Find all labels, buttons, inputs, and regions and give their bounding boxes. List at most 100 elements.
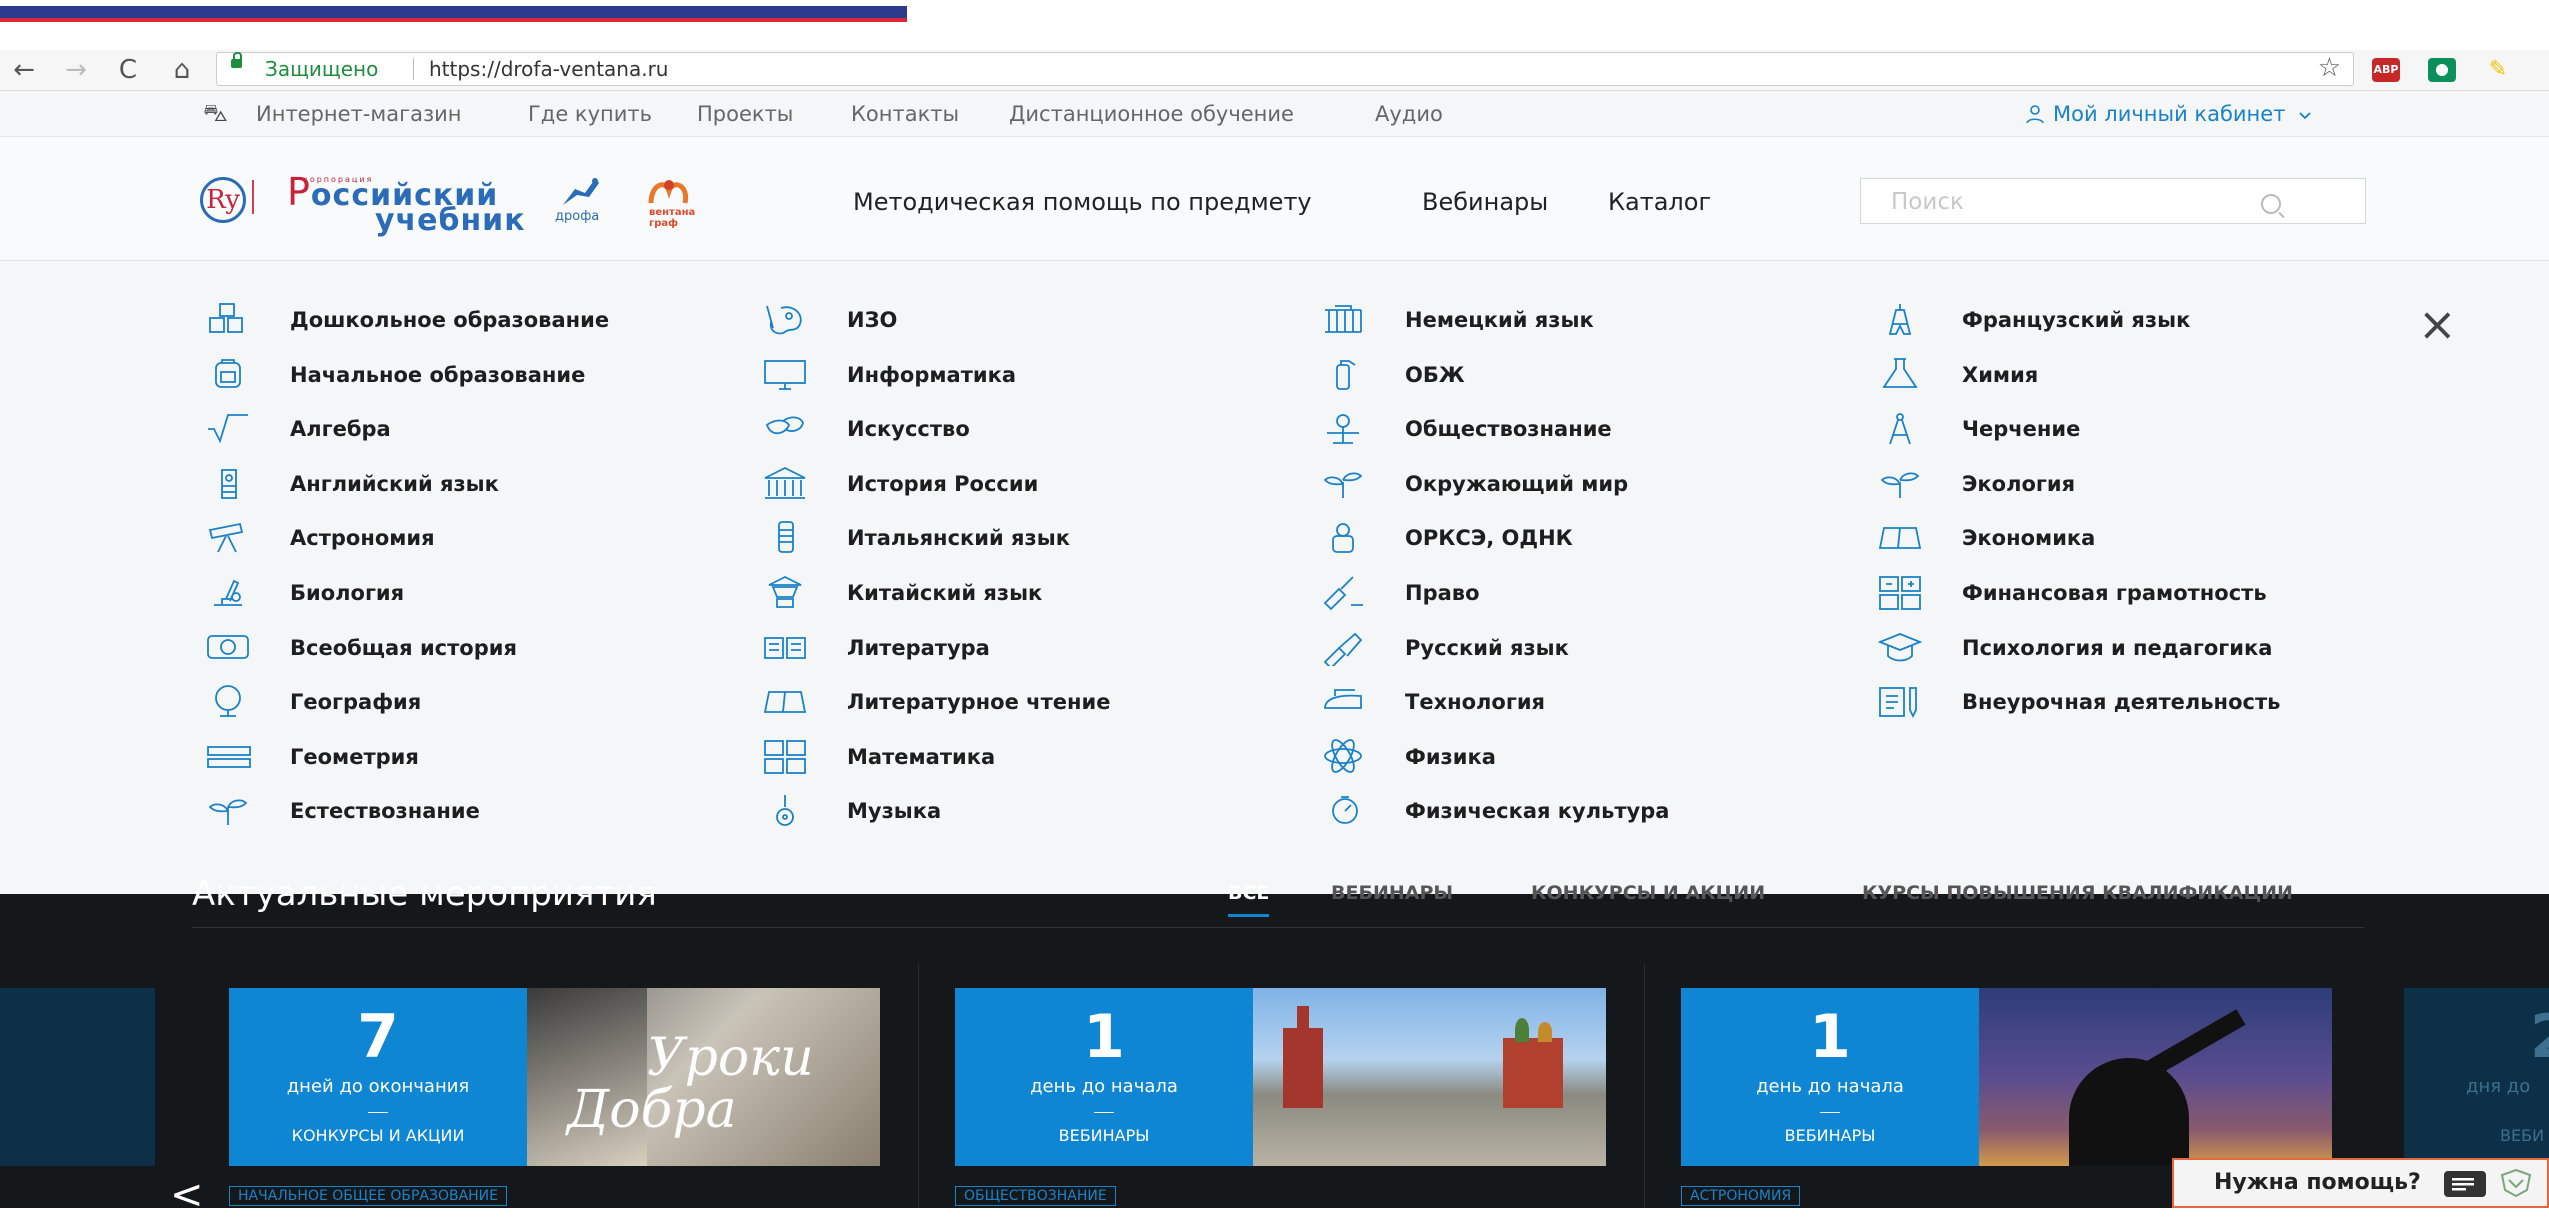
event-card-image [1979,988,2332,1166]
subject-label: Обществознание [1405,417,1612,442]
subject-label: Физика [1405,744,1496,769]
subject-label: Естествознание [290,799,480,824]
adblock-extension-icon[interactable]: ABP [2372,58,2400,82]
search-input[interactable] [1861,179,2293,225]
event-card-number: 1 [1809,1002,1851,1072]
subject-label: Геометрия [290,744,419,769]
subject-label: Китайский язык [847,580,1043,605]
event-card[interactable]: 1 день до начала ВЕБИНАРЫ ОБЩЕСТВОЗНАНИЕ [955,988,1606,1206]
subject-label: Биология [290,580,405,605]
subject-label: Физическая культура [1405,799,1670,824]
home-button[interactable]: ⌂ [162,54,202,86]
reload-button[interactable]: C [108,54,148,86]
event-card-type: ВЕБИНАРЫ [1784,1126,1876,1145]
subject-label: Право [1405,580,1480,605]
subject-label: ОРКСЭ, ОДНК [1405,526,1573,551]
event-card-tag[interactable]: НАЧАЛЬНОЕ ОБЩЕЕ ОБРАЗОВАНИЕ [229,1186,507,1206]
ruler-icon [205,739,253,773]
event-card-dash [1820,1112,1840,1113]
event-card-dash [368,1112,388,1113]
lamp-extension-icon[interactable]: ✎ [2484,58,2512,82]
monitor-icon [762,357,810,391]
event-card-image [1253,988,1606,1166]
event-card[interactable]: 7 дней до окончания КОНКУРСЫ И АКЦИИ Уро… [229,988,880,1206]
microscope-icon [205,575,253,609]
lock-icon [231,52,242,68]
telescope-icon [205,520,253,554]
image-text-dobra: Добра [567,1080,737,1140]
topnav-distance-learning[interactable]: Дистанционное обучение [1009,102,1294,126]
drofa-logo-text: дрофа [555,209,600,224]
subject-label: Русский язык [1405,635,1569,660]
drofa-logo[interactable]: дрофа [555,175,605,224]
subject-label: Психология и педагогика [1962,635,2273,660]
event-card[interactable]: 1 день до начала ВЕБИНАРЫ АСТРОНОМИЯ [1681,988,2332,1206]
topnav-contacts[interactable]: Контакты [851,102,959,126]
carousel-prev-arrow[interactable]: < [170,1172,204,1218]
calculator-grid-icon [1877,575,1925,610]
sprout-icon [205,793,253,827]
subject-label: Алгебра [290,417,391,442]
gavel-icon [1320,575,1368,611]
events-tab-all[interactable]: ВСЕ [1228,882,1270,917]
eye-extension-icon[interactable] [2428,58,2456,82]
atom-icon [1320,738,1368,773]
subject-label: Технология [1405,690,1546,715]
subject-label: Математика [847,744,996,769]
ventana-logo[interactable]: вентана граф [645,175,705,229]
subject-label: Начальное образование [290,362,586,387]
secure-label: Защищено [265,57,379,81]
forward-button[interactable]: → [56,54,96,86]
event-card-counter: 1 день до начала ВЕБИНАРЫ [1681,988,1979,1166]
search-icon[interactable] [2261,194,2281,214]
document-pen-icon [1877,684,1925,719]
events-tab-courses[interactable]: КУРСЫ ПОВЫШЕНИЯ КВАЛИФИКАЦИИ [1862,882,2293,904]
event-card-image: Уроки Добра [527,988,880,1166]
topnav-audio[interactable]: Аудио [1375,102,1443,126]
backpack-icon [205,357,253,391]
url-text[interactable]: https://drofa-ventana.ru [429,57,668,81]
iron-icon [1320,684,1368,718]
event-card-tag[interactable]: АСТРОНОМИЯ [1681,1186,1801,1206]
subject-label: География [290,690,422,715]
personal-cabinet-link[interactable]: Мой личный кабинет [2025,102,2312,126]
close-icon[interactable]: × [2418,301,2457,347]
pisa-tower-icon [762,520,810,554]
help-widget[interactable]: Нужна помощь? [2172,1158,2549,1208]
topnav-shop[interactable]: Интернет-магазин [256,102,462,126]
partial-card-right[interactable]: 2 дня до ВЕБИ [2404,988,2549,1166]
subjects-menu: × Дошкольное образование Начальное образо… [0,261,2549,894]
top-navigation: ⛍ Интернет-магазин Где купить Проекты Ко… [0,91,2549,137]
open-book-icon [762,630,810,664]
subject-label: Химия [1962,362,2039,387]
leaf-icon [1320,466,1368,500]
events-tab-contests[interactable]: КОНКУРСЫ И АКЦИИ [1531,882,1765,904]
tab-indicator [0,6,907,22]
topnav-projects[interactable]: Проекты [697,102,793,126]
chat-icon [2444,1171,2486,1197]
nav-webinars[interactable]: Вебинары [1422,188,1548,216]
nav-methodical-help[interactable]: Методическая помощь по предмету [853,188,1312,216]
partial-card-number: 2 [2530,1002,2549,1072]
nav-catalog[interactable]: Каталог [1608,188,1711,216]
basket-icon[interactable]: ⛍ [203,99,228,130]
events-tab-webinars[interactable]: ВЕБИНАРЫ [1331,882,1453,904]
logo-word-2: учебник [375,203,526,238]
partial-card-left[interactable] [0,988,155,1166]
subject-label: Внеурочная деятельность [1962,690,2281,715]
subject-label: История России [847,471,1039,496]
bookmark-star-icon[interactable]: ☆ [2318,53,2341,83]
site-header: Ry корпорация Российский учебник дрофа в… [0,137,2549,261]
back-button[interactable]: ← [4,54,44,86]
plant-icon [1877,466,1925,500]
topnav-where-to-buy[interactable]: Где купить [528,102,652,126]
event-card-tag[interactable]: ОБЩЕСТВОЗНАНИЕ [955,1186,1116,1206]
logo-divider [252,180,254,214]
blocks-icon [205,302,253,336]
event-card-days: дней до окончания [286,1076,470,1097]
events-divider [192,927,2364,928]
address-toolbar: ← → C ⌂ Защищено https://drofa-ventana.r… [0,50,2549,91]
subject-label: Экономика [1962,526,2096,551]
subject-label: Английский язык [290,471,499,496]
url-bar[interactable]: Защищено https://drofa-ventana.ru ☆ [216,52,2354,86]
